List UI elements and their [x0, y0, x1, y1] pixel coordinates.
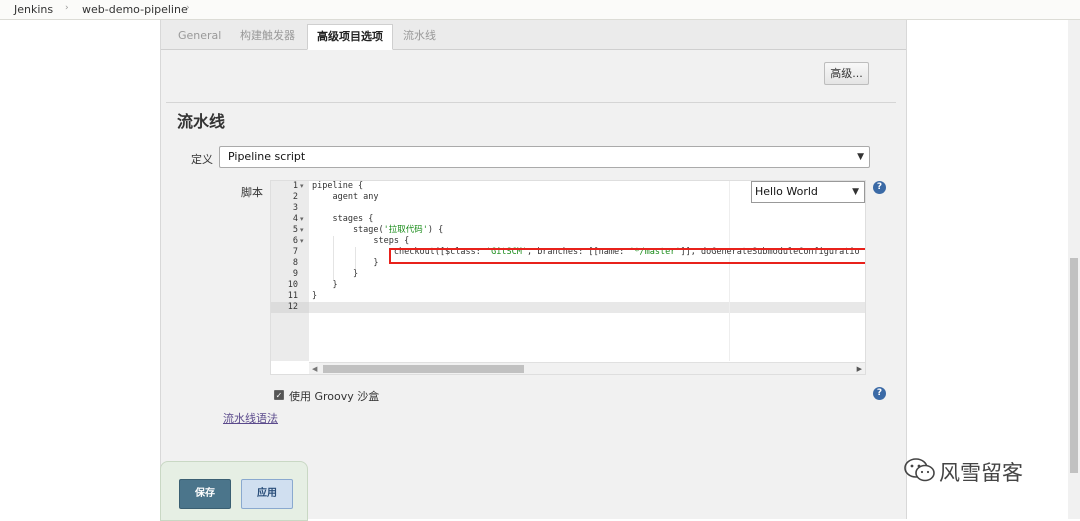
chevron-down-icon: ▼: [857, 152, 864, 162]
code-line: }: [312, 280, 338, 290]
print-margin: [729, 181, 730, 361]
line-number: 11: [287, 291, 298, 301]
fold-arrow-icon[interactable]: ▾: [300, 236, 304, 247]
code-line: agent any: [312, 192, 379, 202]
line-number: 12: [287, 302, 298, 312]
chevron-down-icon: ▼: [852, 187, 859, 197]
watermark: 风雪留客: [903, 456, 1053, 486]
tab-bar: General 构建触发器 高级项目选项 流水线: [161, 20, 906, 50]
code-line: }: [312, 291, 318, 301]
breadcrumb-jenkins[interactable]: Jenkins: [14, 3, 53, 16]
bottom-button-bar: 保存 应用: [160, 461, 308, 521]
active-line: [309, 302, 865, 313]
code-line: }: [312, 258, 379, 268]
definition-select-value: Pipeline script: [228, 150, 306, 163]
highlight-box: [389, 248, 865, 264]
sample-script-select[interactable]: Hello World ▼: [751, 181, 865, 203]
line-number: 4: [292, 214, 298, 224]
breadcrumb-project[interactable]: web-demo-pipeline: [82, 3, 188, 16]
scrollbar-thumb[interactable]: [323, 365, 524, 373]
fold-arrow-icon[interactable]: ▾: [300, 181, 304, 192]
advanced-button[interactable]: 高级...: [824, 62, 869, 85]
tab-pipeline[interactable]: 流水线: [394, 24, 445, 50]
apply-button[interactable]: 应用: [241, 479, 293, 509]
tab-general[interactable]: General: [169, 24, 230, 50]
sample-select-value: Hello World: [755, 185, 818, 198]
pipeline-syntax-link[interactable]: 流水线语法: [223, 410, 278, 426]
tab-advanced-project-options[interactable]: 高级项目选项: [307, 24, 393, 50]
horizontal-scrollbar[interactable]: ◀ ▶: [309, 362, 865, 374]
fold-arrow-icon[interactable]: ▾: [300, 225, 304, 236]
code-line: stage('拉取代码') {: [312, 225, 444, 235]
line-number: 9: [292, 269, 298, 279]
line-number: 3: [292, 203, 298, 213]
save-button[interactable]: 保存: [179, 479, 231, 509]
code-line: }: [312, 269, 359, 279]
breadcrumb: Jenkins › web-demo-pipeline ›: [0, 0, 1080, 20]
definition-select[interactable]: Pipeline script ▼: [219, 146, 870, 168]
code-line: steps {: [312, 236, 410, 246]
line-number: 10: [287, 280, 298, 290]
line-number: 6: [292, 236, 298, 246]
config-panel: General 构建触发器 高级项目选项 流水线 高级... 流水线 定义 Pi…: [160, 20, 907, 519]
left-pane: [0, 20, 160, 519]
section-title: 流水线: [177, 112, 226, 131]
definition-label: 定义: [191, 153, 213, 166]
code-line: pipeline {: [312, 181, 364, 191]
scrollbar-thumb[interactable]: [1070, 258, 1078, 473]
groovy-sandbox-checkbox[interactable]: ✓: [274, 390, 284, 400]
right-pane: [908, 20, 1068, 519]
section-divider: [166, 102, 896, 103]
scroll-right-icon[interactable]: ▶: [857, 363, 862, 374]
scroll-left-icon[interactable]: ◀: [312, 363, 317, 374]
breadcrumb-separator-icon: ›: [186, 3, 190, 13]
line-number: 1: [292, 181, 298, 191]
wechat-icon: [904, 458, 935, 482]
script-label: 脚本: [241, 186, 263, 199]
breadcrumb-separator-icon: ›: [65, 3, 69, 13]
vertical-scrollbar[interactable]: [1068, 20, 1080, 519]
tab-build-triggers[interactable]: 构建触发器: [231, 24, 304, 50]
line-number: 7: [292, 247, 298, 257]
fold-arrow-icon[interactable]: ▾: [300, 214, 304, 225]
groovy-sandbox-label: 使用 Groovy 沙盒: [289, 390, 380, 403]
code-line: stages {: [312, 214, 374, 224]
line-number: 5: [292, 225, 298, 235]
line-number: 2: [292, 192, 298, 202]
script-editor[interactable]: 1 ▾ 2 3 4 ▾ 5 ▾ 6 ▾ 7 8 9 10 11 12 pipel…: [270, 180, 866, 375]
help-icon[interactable]: ?: [873, 181, 886, 194]
help-icon[interactable]: ?: [873, 387, 886, 400]
watermark-text: 风雪留客: [939, 461, 1023, 485]
line-number: 8: [292, 258, 298, 268]
